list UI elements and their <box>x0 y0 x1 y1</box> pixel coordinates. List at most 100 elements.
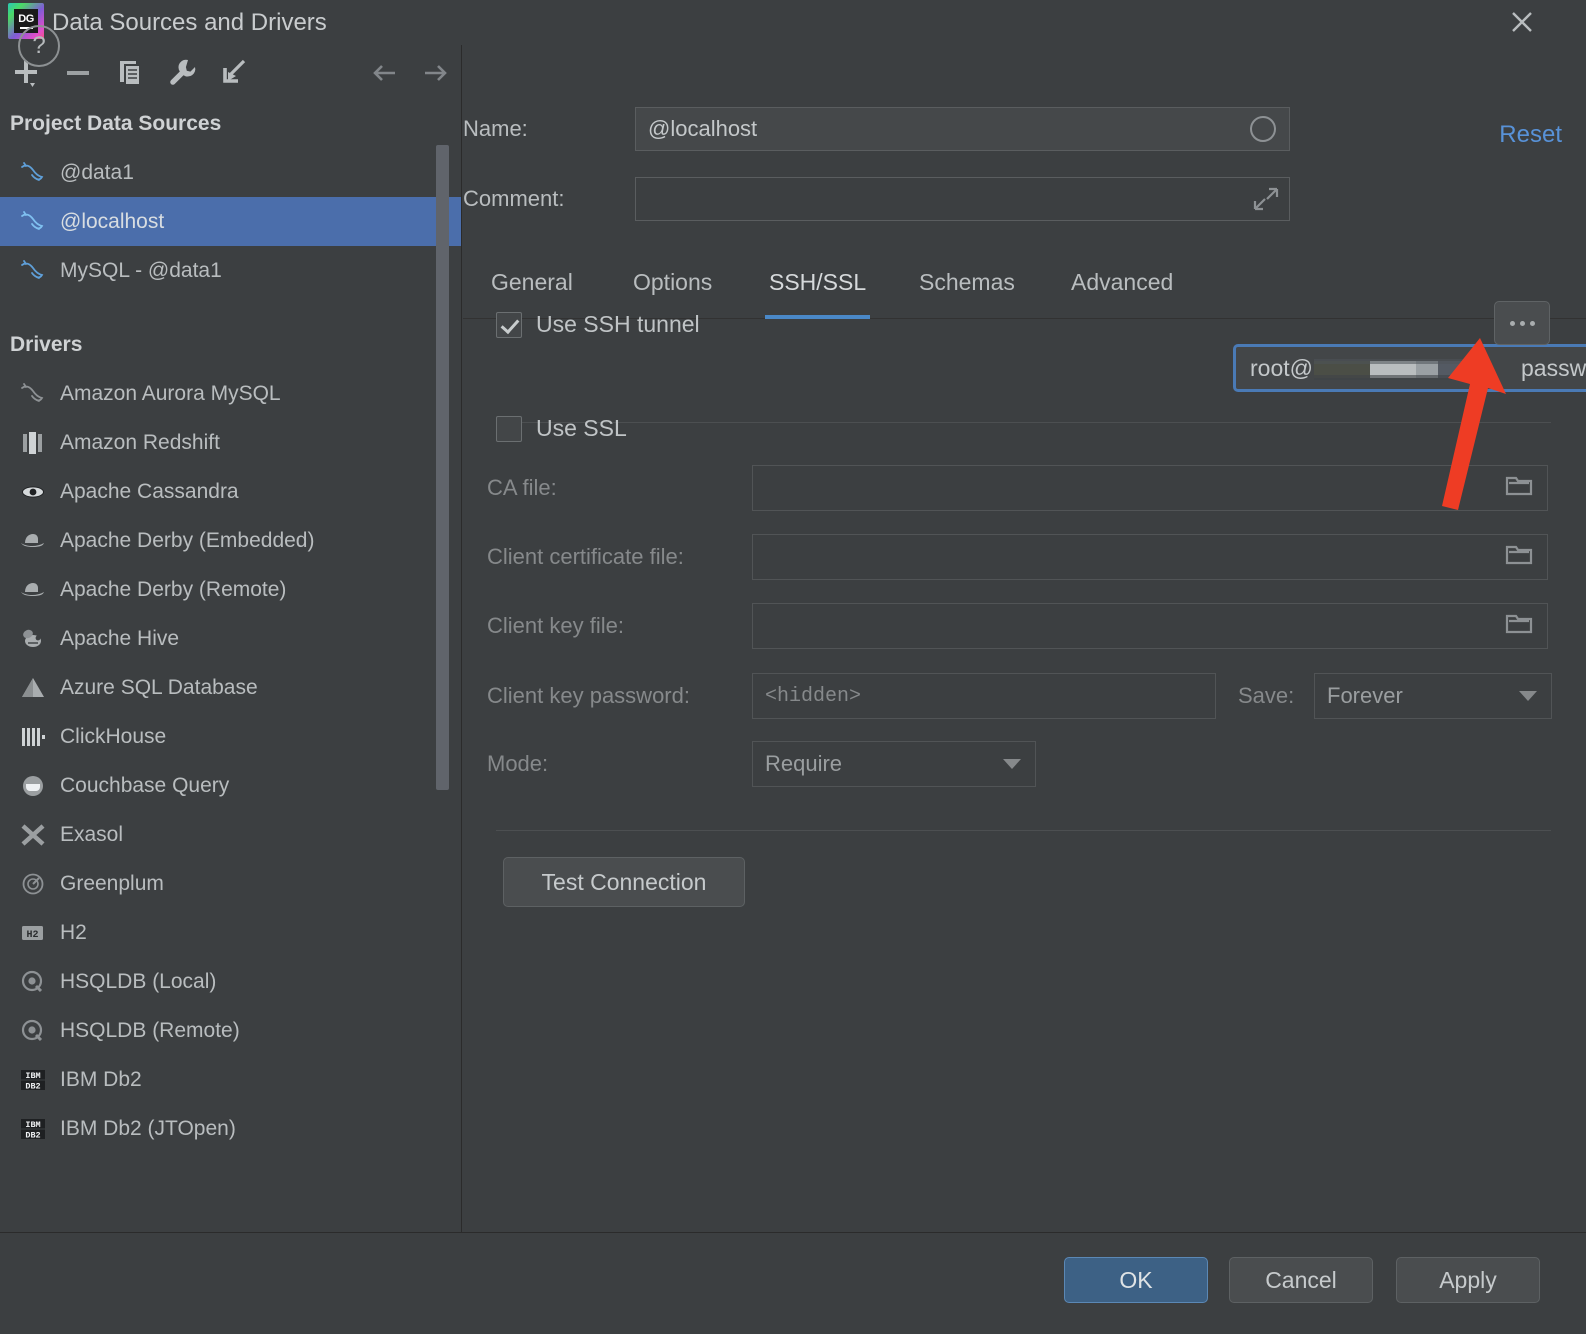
use-ssl-checkbox[interactable] <box>496 415 522 442</box>
reset-link[interactable]: Reset <box>1499 121 1562 149</box>
h2-icon: H2 <box>18 919 60 947</box>
data-sources-and-drivers-dialog: DG Data Sources and Drivers Project Data… <box>0 0 1586 1334</box>
ssh-config-more-button[interactable] <box>1494 301 1550 345</box>
ca-file-label: CA file: <box>487 475 557 500</box>
list-item[interactable]: Apache Cassandra <box>0 467 461 516</box>
name-label: Name: <box>463 116 528 141</box>
tab-advanced[interactable]: Advanced <box>1067 245 1177 319</box>
remove-data-source-button[interactable] <box>52 45 104 100</box>
derby-hat-icon <box>18 527 60 555</box>
ssh-config-prefix: root@ <box>1250 354 1313 381</box>
list-item[interactable]: HSQLDB (Remote) <box>0 1006 461 1055</box>
list-item[interactable]: Apache Derby (Embedded) <box>0 516 461 565</box>
ssh-config-suffix: password <box>1520 354 1586 381</box>
hive-bee-icon <box>18 625 60 653</box>
list-item-label: Amazon Aurora MySQL <box>60 381 281 405</box>
list-item-label: Apache Derby (Embedded) <box>60 528 315 552</box>
client-key-password-row: Client key password: <hidden> Save: Fore… <box>487 673 1552 719</box>
hsqldb-icon <box>18 968 60 996</box>
list-item[interactable]: ClickHouse <box>0 712 461 761</box>
list-item[interactable]: Azure SQL Database <box>0 663 461 712</box>
derby-hat-icon <box>18 576 60 604</box>
list-item[interactable]: Apache Hive <box>0 614 461 663</box>
close-icon[interactable] <box>1504 4 1540 40</box>
group-header-drivers: Drivers <box>10 333 83 356</box>
list-item-localhost[interactable]: @localhost <box>0 197 461 246</box>
clickhouse-icon <box>18 723 60 751</box>
list-item[interactable]: Couchbase Query <box>0 761 461 810</box>
client-key-password-input[interactable]: <hidden> <box>752 673 1216 719</box>
tab-options[interactable]: Options <box>629 245 716 319</box>
tab-ssh-ssl[interactable]: SSH/SSL <box>765 245 871 319</box>
ca-file-row: CA file: <box>487 465 1552 511</box>
comment-row: Comment: <box>463 177 1290 221</box>
duplicate-data-source-button[interactable] <box>104 45 156 100</box>
save-dropdown[interactable]: Forever <box>1314 673 1552 719</box>
folder-icon[interactable] <box>1505 542 1533 572</box>
list-item-label: @data1 <box>60 160 134 184</box>
list-item[interactable]: Amazon Redshift <box>0 418 461 467</box>
list-item-label: Greenplum <box>60 871 164 895</box>
test-connection-button[interactable]: Test Connection <box>503 857 745 907</box>
list-item-label: H2 <box>60 920 87 944</box>
apply-button[interactable]: Apply <box>1396 1257 1540 1303</box>
ssh-config-dropdown[interactable]: root@ password <box>1233 344 1586 392</box>
client-certificate-file-input[interactable] <box>752 534 1548 580</box>
svg-text:H2: H2 <box>26 929 38 940</box>
navigate-forward-button[interactable] <box>410 45 461 100</box>
comment-input[interactable] <box>635 177 1290 221</box>
list-item[interactable]: H2 H2 <box>0 908 461 957</box>
list-item[interactable]: Apache Derby (Remote) <box>0 565 461 614</box>
use-ssh-tunnel-label: Use SSH tunnel <box>536 311 700 337</box>
client-key-file-input[interactable] <box>752 603 1548 649</box>
data-sources-tree[interactable]: Project Data Sources @data1 @localhost M… <box>0 100 461 1232</box>
tab-schemas[interactable]: Schemas <box>915 245 1019 319</box>
help-button[interactable]: ? <box>18 25 60 67</box>
driver-properties-button[interactable] <box>156 45 208 100</box>
ellipsis-icon <box>1519 320 1525 326</box>
list-item[interactable]: Exasol <box>0 810 461 859</box>
cancel-button[interactable]: Cancel <box>1229 1257 1373 1303</box>
use-ssl-row: Use SSL <box>496 415 627 442</box>
greenplum-icon <box>18 870 60 898</box>
list-item-label: HSQLDB (Local) <box>60 969 217 993</box>
list-item-label: HSQLDB (Remote) <box>60 1018 240 1042</box>
mysql-dolphin-icon <box>18 257 60 285</box>
ellipsis-icon <box>1509 320 1515 326</box>
svg-text:IBM: IBM <box>25 1071 40 1081</box>
cassandra-eye-icon <box>18 478 60 506</box>
hsqldb-icon <box>18 1017 60 1045</box>
list-item[interactable]: Greenplum <box>0 859 461 908</box>
list-item[interactable]: HSQLDB (Local) <box>0 957 461 1006</box>
list-item[interactable]: IBM DB2 IBM Db2 <box>0 1055 461 1104</box>
mode-label: Mode: <box>487 751 549 776</box>
use-ssl-label: Use SSL <box>536 415 627 441</box>
client-key-password-label: Client key password: <box>487 683 690 708</box>
color-circle-icon[interactable] <box>1247 113 1279 145</box>
navigate-back-button[interactable] <box>358 45 410 100</box>
list-item-label: Apache Hive <box>60 626 180 650</box>
svg-text:IBM: IBM <box>25 1120 40 1130</box>
client-certificate-file-row: Client certificate file: <box>487 534 1552 580</box>
folder-icon[interactable] <box>1505 473 1533 503</box>
list-item[interactable]: IBM DB2 IBM Db2 (JTOpen) <box>0 1104 461 1153</box>
list-item[interactable]: @data1 <box>0 148 461 197</box>
folder-icon[interactable] <box>1505 611 1533 641</box>
ssh-config-redacted-host <box>1313 357 1514 380</box>
tab-general[interactable]: General <box>487 245 577 319</box>
ssh-ssl-divider <box>496 422 1551 423</box>
import-data-sources-button[interactable] <box>208 45 260 100</box>
mode-dropdown[interactable]: Require <box>752 741 1036 787</box>
list-item-label: Amazon Redshift <box>60 430 220 454</box>
list-item[interactable]: MySQL - @data1 <box>0 246 461 295</box>
ok-button[interactable]: OK <box>1064 1257 1208 1303</box>
name-input[interactable]: @localhost <box>635 107 1290 151</box>
ca-file-input[interactable] <box>752 465 1548 511</box>
sidebar-scrollbar[interactable] <box>436 145 449 790</box>
expand-arrows-icon[interactable] <box>1251 185 1279 213</box>
data-sources-sidebar: Project Data Sources @data1 @localhost M… <box>0 45 462 1232</box>
save-label: Save: <box>1238 683 1295 708</box>
list-item[interactable]: Amazon Aurora MySQL <box>0 369 461 418</box>
ibm-db2-icon: IBM DB2 <box>18 1115 60 1143</box>
use-ssh-tunnel-checkbox[interactable] <box>496 311 522 338</box>
